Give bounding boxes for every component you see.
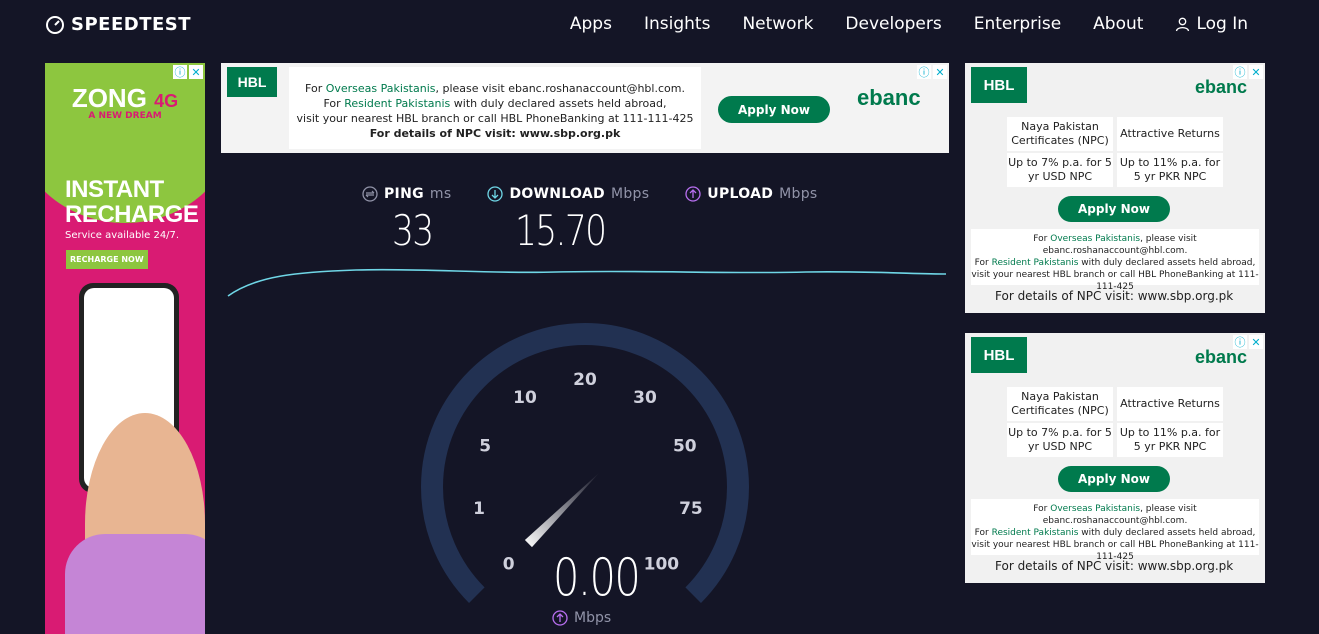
upload-icon bbox=[685, 186, 701, 202]
gauge-ticks: 0 1 5 10 20 30 50 75 100 bbox=[473, 370, 703, 574]
info-icon[interactable]: ⓘ bbox=[1233, 335, 1247, 349]
main-nav: Apps Insights Network Developers Enterpr… bbox=[570, 14, 1248, 34]
user-icon bbox=[1176, 17, 1190, 31]
nav-network[interactable]: Network bbox=[742, 14, 813, 34]
hbl-banner-text: For Overseas Pakistanis, please visit eb… bbox=[289, 67, 701, 149]
gauge-tick-30: 30 bbox=[633, 388, 657, 408]
zong-brand: ZONG 4G bbox=[71, 83, 179, 113]
ebanc-logo: ebanc bbox=[857, 85, 921, 110]
close-icon[interactable]: ✕ bbox=[189, 65, 203, 79]
hbl-top-banner[interactable]: HBL For Overseas Pakistanis, please visi… bbox=[221, 63, 949, 153]
hbl-side-text: For Overseas Pakistanis, please visit eb… bbox=[971, 499, 1259, 562]
close-icon[interactable]: ✕ bbox=[933, 65, 947, 79]
npc-details: For details of NPC visit: www.sbp.org.pk bbox=[995, 559, 1234, 573]
download-graph bbox=[227, 268, 947, 297]
brand-name: SPEEDTEST bbox=[71, 14, 192, 35]
download-value: 15.70 bbox=[515, 206, 607, 255]
ad-choices[interactable]: ⓘ ✕ bbox=[173, 65, 203, 79]
hbl-logo: HBL bbox=[971, 337, 1027, 373]
ad-choices[interactable]: ⓘ ✕ bbox=[917, 65, 947, 79]
info-icon[interactable]: ⓘ bbox=[917, 65, 931, 79]
gauge-tick-1: 1 bbox=[473, 499, 485, 519]
download-icon bbox=[487, 186, 504, 202]
pkr-npc-cell: Up to 11% p.a. for 5 yr PKR NPC bbox=[1117, 423, 1223, 457]
hbl-logo: HBL bbox=[227, 67, 277, 97]
info-icon[interactable]: ⓘ bbox=[1233, 65, 1247, 79]
gauge-tick-0: 0 bbox=[503, 554, 515, 574]
hbl-side-text: For Overseas Pakistanis, please visit eb… bbox=[971, 229, 1259, 292]
ping-value: 33 bbox=[392, 206, 434, 255]
usd-npc-cell: Up to 7% p.a. for 5 yr USD NPC bbox=[1007, 423, 1113, 457]
ping-metric: PING ms 33 bbox=[362, 186, 451, 255]
upload-label: UPLOAD bbox=[707, 186, 774, 202]
gauge-tick-100: 100 bbox=[644, 554, 680, 574]
info-icon[interactable]: ⓘ bbox=[173, 65, 187, 79]
gauge-needle bbox=[524, 472, 600, 548]
zong-recharge-button[interactable]: RECHARGE NOW bbox=[66, 250, 148, 269]
download-metric: DOWNLOAD Mbps 15.70 bbox=[487, 186, 649, 255]
gauge-tick-10: 10 bbox=[513, 388, 537, 408]
ebanc-logo: ebanc bbox=[1195, 77, 1248, 97]
gauge-tick-20: 20 bbox=[573, 370, 597, 390]
ad-choices[interactable]: ⓘ ✕ bbox=[1233, 335, 1263, 349]
login-label: Log In bbox=[1196, 14, 1248, 34]
zong-headline: INSTANT RECHARGE bbox=[65, 176, 199, 228]
nav-developers[interactable]: Developers bbox=[845, 14, 941, 34]
gauge-tick-5: 5 bbox=[479, 437, 491, 457]
npc-details: For details of NPC visit: www.sbp.org.pk bbox=[995, 289, 1234, 303]
current-speed-unit: Mbps bbox=[552, 610, 611, 626]
download-label: DOWNLOAD bbox=[509, 186, 605, 202]
ad-choices[interactable]: ⓘ ✕ bbox=[1233, 65, 1263, 79]
speedtest-logo-icon bbox=[46, 15, 64, 34]
apply-now-button[interactable]: Apply Now bbox=[718, 96, 830, 123]
nav-apps[interactable]: Apps bbox=[570, 14, 612, 34]
hbl-logo: HBL bbox=[971, 67, 1027, 103]
npc-cell: Naya Pakistan Certificates (NPC) bbox=[1007, 387, 1113, 421]
zong-tagline: A NEW DREAM bbox=[88, 111, 162, 121]
returns-cell: Attractive Returns bbox=[1117, 387, 1223, 421]
npc-cell: Naya Pakistan Certificates (NPC) bbox=[1007, 117, 1113, 151]
gauge-tick-75: 75 bbox=[679, 499, 703, 519]
upload-metric: UPLOAD Mbps bbox=[685, 186, 817, 255]
nav-insights[interactable]: Insights bbox=[644, 14, 710, 34]
nav-enterprise[interactable]: Enterprise bbox=[974, 14, 1061, 34]
zong-service-text: Service available 24/7. bbox=[65, 230, 180, 241]
download-unit: Mbps bbox=[610, 186, 650, 202]
apply-now-button[interactable]: Apply Now bbox=[1058, 466, 1170, 492]
returns-cell: Attractive Returns bbox=[1117, 117, 1223, 151]
usd-npc-cell: Up to 7% p.a. for 5 yr USD NPC bbox=[1007, 153, 1113, 187]
test-metrics: PING ms 33 DOWNLOAD Mbps 15.70 UPLOAD Mb… bbox=[362, 186, 818, 255]
login-link[interactable]: Log In bbox=[1175, 14, 1248, 34]
ping-unit: ms bbox=[429, 186, 452, 202]
pkr-npc-cell: Up to 11% p.a. for 5 yr PKR NPC bbox=[1117, 153, 1223, 187]
close-icon[interactable]: ✕ bbox=[1249, 65, 1263, 79]
hbl-side-ad-2[interactable]: HBL ebanc Naya Pakistan Certificates (NP… bbox=[965, 333, 1265, 583]
nav-about[interactable]: About bbox=[1093, 14, 1143, 34]
upload-unit: Mbps bbox=[779, 186, 818, 202]
ping-icon bbox=[362, 186, 378, 202]
zong-model-image bbox=[65, 413, 205, 634]
current-speed: 0.00 bbox=[553, 548, 641, 608]
ebanc-logo: ebanc bbox=[1195, 347, 1248, 367]
hbl-side-ad-1[interactable]: HBL ebanc Naya Pakistan Certificates (NP… bbox=[965, 63, 1265, 313]
upload-icon bbox=[552, 610, 568, 626]
speedtest-logo[interactable]: SPEEDTEST bbox=[45, 14, 191, 35]
zong-ad[interactable]: ZONG 4G A NEW DREAM INSTANT RECHARGE Ser… bbox=[45, 63, 205, 634]
ping-label: PING bbox=[384, 186, 424, 202]
gauge-tick-50: 50 bbox=[673, 437, 697, 457]
close-icon[interactable]: ✕ bbox=[1249, 335, 1263, 349]
apply-now-button[interactable]: Apply Now bbox=[1058, 196, 1170, 222]
